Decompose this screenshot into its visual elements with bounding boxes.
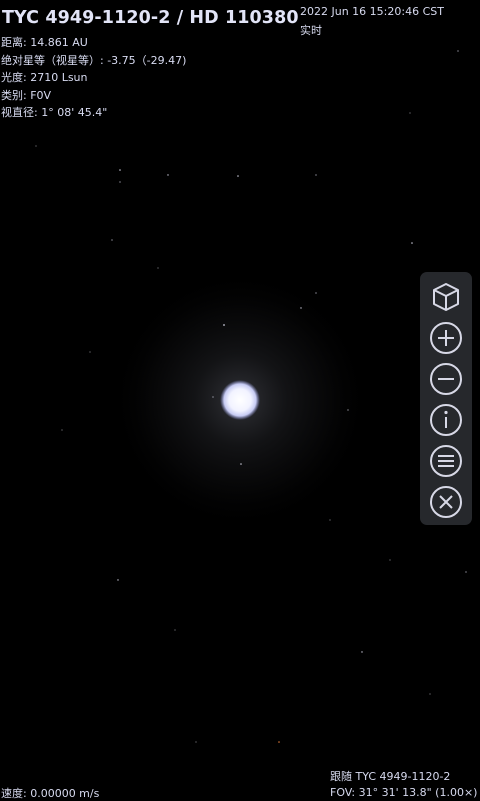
background-star — [457, 50, 459, 52]
magnitude-text: 绝对星等（视星等）: -3.75（-29.47) — [1, 53, 187, 67]
speed-readout: 速度: 0.00000 m/s — [1, 787, 100, 800]
background-star — [119, 181, 121, 183]
info-icon — [430, 404, 462, 436]
background-star — [89, 351, 91, 353]
star-disc — [220, 380, 260, 420]
spectral-class-text: 类别: F0V — [1, 88, 52, 102]
background-star — [223, 324, 225, 326]
background-star — [361, 651, 363, 653]
background-star — [329, 519, 331, 521]
close-button[interactable] — [429, 485, 463, 519]
object-title: TYC 4949-1120-2 / HD 110380 — [2, 8, 299, 28]
background-star — [157, 267, 159, 269]
zoom-out-button[interactable] — [429, 362, 463, 396]
time-mode-label[interactable]: 实时 — [300, 22, 322, 38]
cube-view-button[interactable] — [429, 280, 463, 314]
luminosity-text: 光度: 2710 Lsun — [1, 71, 88, 84]
apparent-diameter-text: 视直径: 1° 08' 45.4" — [1, 106, 108, 119]
cube-view-icon — [433, 283, 459, 311]
background-star — [347, 409, 349, 411]
datetime-display[interactable]: 2022 Jun 16 15:20:46 CST — [300, 5, 444, 18]
menu-button[interactable] — [429, 444, 463, 478]
background-star — [409, 112, 411, 114]
background-star — [465, 571, 467, 573]
menu-icon — [430, 445, 462, 477]
background-star — [117, 579, 119, 581]
zoom-in-button[interactable] — [429, 321, 463, 355]
background-star — [429, 693, 431, 695]
background-star — [111, 239, 113, 241]
background-star — [237, 175, 239, 177]
background-star — [167, 174, 169, 176]
background-star — [300, 307, 302, 309]
background-star — [411, 242, 413, 244]
side-toolbar — [420, 272, 472, 525]
fov-readout: FOV: 31° 31' 13.8" (1.00×) — [330, 786, 478, 799]
background-star — [315, 174, 317, 176]
object-info-panel: 距离: 14.861 AU 绝对星等（视星等）: -3.75（-29.47) 光… — [1, 34, 186, 122]
background-star — [195, 741, 197, 743]
background-star — [315, 292, 317, 294]
background-star — [240, 463, 242, 465]
background-star — [278, 741, 280, 743]
background-star — [119, 169, 121, 171]
zoom-out-icon — [430, 363, 462, 395]
background-star — [174, 629, 176, 631]
background-star — [35, 145, 37, 147]
zoom-in-icon — [430, 322, 462, 354]
background-star — [389, 559, 391, 561]
distance-text: 距离: 14.861 AU — [1, 36, 88, 49]
background-star — [61, 429, 63, 431]
info-button[interactable] — [429, 403, 463, 437]
close-icon — [430, 486, 462, 518]
background-star — [212, 396, 214, 398]
follow-target-label: 跟随 TYC 4949-1120-2 — [330, 770, 451, 783]
